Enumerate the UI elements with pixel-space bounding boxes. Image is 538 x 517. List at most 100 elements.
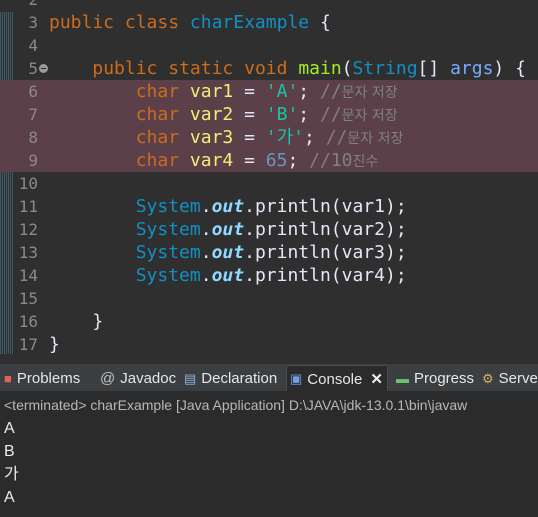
line-highlight — [0, 149, 14, 172]
code-token: charExample — [189, 12, 310, 33]
code-token: 65 — [265, 150, 288, 171]
code-line[interactable]: 7 char var2 = 'B'; //문자 저장 — [0, 103, 538, 126]
code-token: out — [211, 219, 245, 240]
console-panel: ■ Problems @ Javadoc ▤ Declaration ▣ Con… — [0, 354, 538, 517]
console-status: <terminated> charExample [Java Applicati… — [0, 391, 538, 419]
tab-declaration[interactable]: ▤ Declaration — [184, 366, 277, 391]
code-line[interactable]: 6 char var1 = 'A'; //문자 저장 — [0, 80, 538, 103]
line-number: 6 — [28, 82, 38, 101]
code-token: = — [233, 104, 266, 125]
code-token: void — [244, 58, 288, 79]
code-text: char var2 = 'B'; //문자 저장 — [49, 103, 398, 128]
code-token: 'A' — [265, 81, 299, 102]
tab-label: Javadoc — [120, 370, 177, 387]
code-token: . — [244, 219, 255, 240]
code-line[interactable]: 13 System.out.println(var3); — [0, 241, 538, 264]
tab-servers[interactable]: ⚙ Server — [482, 366, 538, 391]
tab-javadoc[interactable]: @ Javadoc — [100, 366, 176, 391]
code-editor[interactable]: 2 3 public class charExample {45 public st… — [0, 0, 538, 354]
line-highlight — [0, 126, 14, 149]
code-line[interactable]: 2 — [0, 0, 538, 11]
progress-icon: ▬ — [396, 371, 409, 386]
close-icon[interactable]: ✕ — [370, 370, 383, 388]
code-line[interactable]: 3 public class charExample { — [0, 11, 538, 34]
tab-label: Server — [498, 370, 538, 387]
code-token: char — [135, 81, 180, 102]
code-token: System — [135, 265, 201, 286]
code-token: 'B' — [265, 104, 299, 125]
line-number: 5 — [28, 59, 38, 78]
line-highlight — [0, 103, 14, 126]
code-line[interactable]: 11 System.out.println(var1); — [0, 195, 538, 218]
code-token: = — [233, 81, 266, 102]
code-line[interactable]: 4 — [0, 34, 538, 57]
line-number: 8 — [28, 128, 38, 147]
code-line[interactable]: 17} — [0, 333, 538, 354]
output-line: B — [4, 443, 15, 460]
code-token: '가' — [265, 127, 305, 148]
line-number: 3 — [28, 13, 38, 32]
code-token: . — [244, 265, 255, 286]
code-token: args — [450, 58, 494, 79]
code-text: char var4 = 65; //10진수 — [49, 149, 379, 174]
code-token: 진수 — [352, 154, 379, 170]
code-token: . — [200, 219, 212, 240]
tab-progress[interactable]: ▬ Progress — [396, 366, 474, 391]
code-line[interactable]: 14 System.out.println(var4); — [0, 264, 538, 287]
code-line[interactable]: 12 System.out.println(var2); — [0, 218, 538, 241]
code-token: out — [211, 196, 245, 217]
servers-icon: ⚙ — [482, 370, 494, 386]
tab-label: Problems — [16, 370, 81, 387]
code-text: char var1 = 'A'; //문자 저장 — [49, 80, 398, 105]
code-token: ; — [298, 81, 320, 102]
code-token: char — [135, 104, 180, 125]
code-line[interactable]: 16 } — [0, 310, 538, 333]
code-token: . — [200, 196, 212, 217]
code-token: . — [244, 196, 255, 217]
code-text: } — [49, 310, 103, 333]
code-token: var2 — [189, 104, 234, 125]
console-icon: ▣ — [290, 371, 303, 386]
fold-collapse-icon[interactable] — [39, 64, 48, 73]
line-number: 11 — [18, 197, 38, 216]
code-token: String — [352, 58, 418, 79]
code-line[interactable]: 5 public static void main(String[] args)… — [0, 57, 538, 80]
code-token: var4 — [189, 150, 234, 171]
code-token: 문자 저장 — [347, 131, 404, 147]
code-token: = — [233, 127, 266, 148]
code-token: System — [135, 196, 201, 217]
console-output[interactable]: A B 가 A — [4, 417, 19, 509]
tab-console[interactable]: ▣ Console ✕ — [286, 365, 388, 392]
code-text: public class charExample { — [49, 11, 331, 34]
code-token: ( — [341, 58, 353, 79]
code-token: // — [319, 104, 342, 125]
output-line: A — [4, 489, 15, 506]
code-token: ) { — [493, 58, 526, 79]
code-token: println(var2); — [254, 219, 407, 240]
line-number: 14 — [18, 266, 38, 285]
problems-icon: ■ — [4, 371, 12, 386]
tab-problems[interactable]: ■ Problems — [4, 366, 80, 391]
code-token: ; — [287, 150, 310, 171]
code-text: System.out.println(var2); — [49, 218, 407, 241]
code-token: . — [200, 265, 212, 286]
code-token: } — [49, 334, 60, 354]
code-line[interactable]: 8 char var3 = '가'; //문자 저장 — [0, 126, 538, 149]
code-line[interactable]: 15 — [0, 287, 538, 310]
code-token: public — [92, 58, 158, 79]
line-number: 7 — [28, 105, 38, 124]
code-token: = — [233, 150, 266, 171]
code-token: println(var1); — [254, 196, 407, 217]
line-number: 15 — [18, 289, 38, 308]
code-line[interactable]: 10 — [0, 172, 538, 195]
code-line[interactable]: 9 char var4 = 65; //10진수 — [0, 149, 538, 172]
code-token: ; — [298, 104, 320, 125]
